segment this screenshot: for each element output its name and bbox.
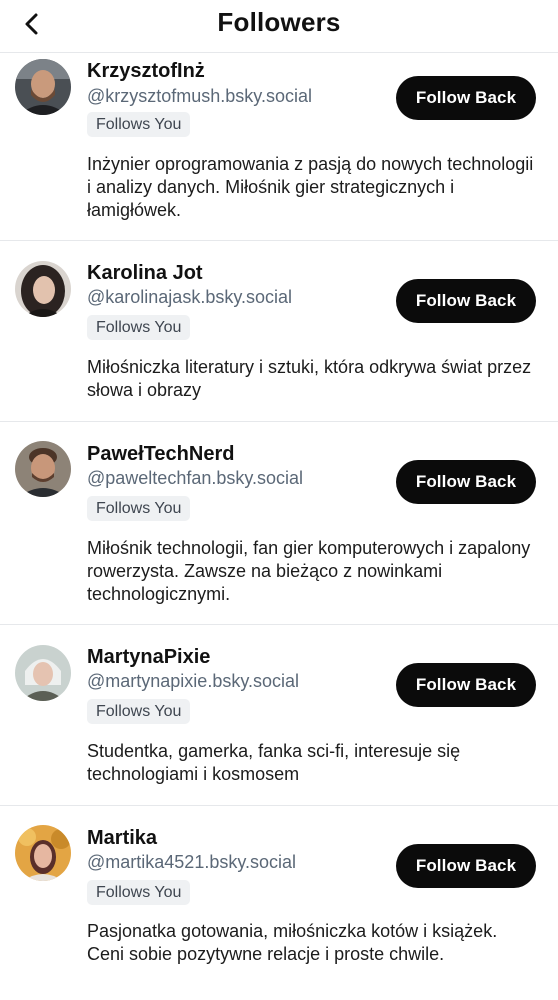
follow-back-button[interactable]: Follow Back — [396, 279, 536, 323]
follower-handle[interactable]: @martika4521.bsky.social — [87, 852, 296, 873]
page-title: Followers — [217, 7, 341, 37]
avatar[interactable] — [15, 825, 71, 881]
follows-you-badge: Follows You — [87, 496, 191, 521]
follower-row: Martika @martika4521.bsky.social Follows… — [0, 806, 558, 1000]
avatar[interactable] — [15, 645, 71, 701]
avatar[interactable] — [15, 261, 71, 317]
follow-back-button[interactable]: Follow Back — [396, 460, 536, 504]
top-bar: Followers — [0, 0, 558, 53]
follower-bio: Studentka, gamerka, fanka sci-fi, intere… — [87, 741, 461, 784]
follows-you-badge: Follows You — [87, 315, 191, 340]
follower-row: PawełTechNerd @paweltechfan.bsky.social … — [0, 422, 558, 625]
follower-row: Karolina Jot @karolinajask.bsky.social F… — [0, 241, 558, 422]
follows-you-badge: Follows You — [87, 699, 191, 724]
follower-row: MartynaPixie @martynapixie.bsky.social F… — [0, 625, 558, 806]
follower-name[interactable]: KrzysztofInż — [87, 60, 205, 83]
follower-bio: Miłośnik technologii, fan gier komputero… — [87, 538, 531, 604]
follower-name[interactable]: Karolina Jot — [87, 262, 203, 285]
follows-you-badge: Follows You — [87, 880, 191, 905]
follower-bio: Pasjonatka gotowania, miłośniczka kotów … — [87, 921, 498, 964]
follower-row: KrzysztofInż @krzysztofmush.bsky.social … — [0, 53, 558, 241]
avatar[interactable] — [15, 59, 71, 115]
follow-back-button[interactable]: Follow Back — [396, 76, 536, 120]
avatar[interactable] — [15, 441, 71, 497]
follower-name[interactable]: MartynaPixie — [87, 646, 210, 669]
follow-back-button[interactable]: Follow Back — [396, 663, 536, 707]
follower-bio: Miłośniczka literatury i sztuki, która o… — [87, 357, 532, 400]
follower-name[interactable]: PawełTechNerd — [87, 443, 234, 466]
follower-handle[interactable]: @paweltechfan.bsky.social — [87, 468, 303, 489]
follower-handle[interactable]: @martynapixie.bsky.social — [87, 671, 299, 692]
follower-handle[interactable]: @krzysztofmush.bsky.social — [87, 86, 312, 107]
follow-back-button[interactable]: Follow Back — [396, 844, 536, 888]
follower-bio: Inżynier oprogramowania z pasją do nowyc… — [87, 154, 534, 220]
follows-you-badge: Follows You — [87, 112, 191, 137]
follower-name[interactable]: Martika — [87, 827, 157, 850]
follower-handle[interactable]: @karolinajask.bsky.social — [87, 287, 292, 308]
